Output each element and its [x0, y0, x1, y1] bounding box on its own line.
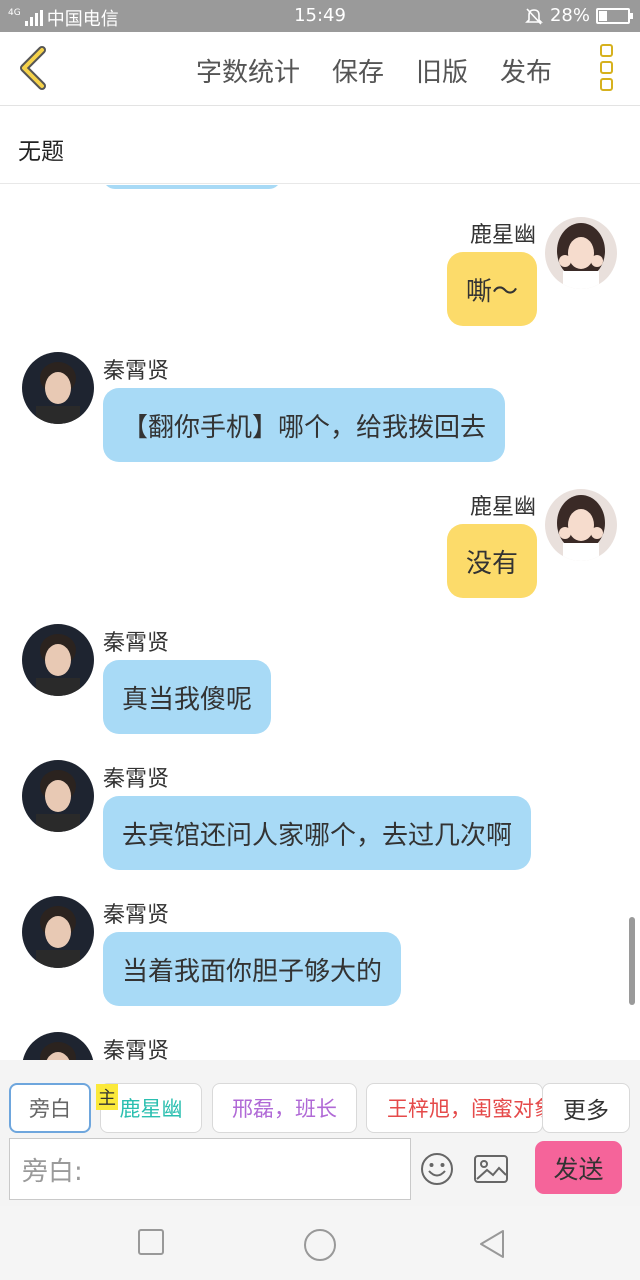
message-bubble[interactable]: 没有	[446, 524, 537, 598]
more-characters-button[interactable]: 更多	[542, 1083, 630, 1133]
avatar-male[interactable]	[22, 624, 94, 696]
avatar-female[interactable]	[545, 217, 617, 289]
host-badge: 主	[96, 1084, 118, 1110]
avatar-male[interactable]	[22, 352, 94, 424]
status-right: 28%	[524, 5, 633, 26]
message-bubble[interactable]: 嘶～	[446, 252, 537, 326]
chat-area[interactable]: 鹿星幽 嘶～ 秦霄贤 【翻你手机】哪个，给我拨回去 鹿星幽 没有 秦霄贤 真当我…	[0, 185, 640, 1060]
square-recent-icon[interactable]	[137, 1228, 165, 1256]
scrollbar[interactable]	[629, 917, 635, 1005]
save-button[interactable]: 保存	[332, 52, 384, 89]
sender-name: 鹿星幽	[469, 223, 536, 248]
sender-name: 秦霄贤	[103, 631, 170, 656]
sender-name: 鹿星幽	[469, 495, 536, 520]
sender-name: 秦霄贤	[103, 1039, 170, 1060]
character-chip-2[interactable]: 王梓旭，闺蜜对象	[366, 1083, 543, 1133]
narration-chip[interactable]: 旁白	[9, 1083, 91, 1133]
message-bubble[interactable]: 当着我面你胆子够大的	[103, 932, 402, 1006]
avatar-male[interactable]	[22, 1032, 94, 1060]
message-bubble[interactable]: 真当我傻呢	[103, 660, 272, 734]
circle-home-icon[interactable]	[303, 1228, 337, 1262]
sender-name: 秦霄贤	[103, 767, 170, 792]
chevron-left-icon[interactable]	[14, 44, 54, 92]
partial-message-bubble	[103, 185, 281, 189]
battery-icon	[596, 7, 633, 24]
character-chip-1[interactable]: 邢磊，班长	[212, 1083, 357, 1133]
composer: 旁白: 发送	[0, 1136, 640, 1206]
publish-button[interactable]: 发布	[500, 52, 552, 89]
status-bar: 4G 中国电信 15:49 28%	[0, 0, 640, 32]
character-selector: 旁白 鹿星幽 主 邢磊，班长 王梓旭，闺蜜对象 更多	[0, 1060, 640, 1136]
old-version-button[interactable]: 旧版	[416, 52, 468, 89]
sender-name: 秦霄贤	[103, 359, 170, 384]
triangle-back-icon[interactable]	[477, 1228, 507, 1260]
story-title-bar[interactable]: 无题	[0, 106, 640, 184]
image-icon[interactable]	[473, 1153, 509, 1185]
avatar-male[interactable]	[22, 896, 94, 968]
top-menu: 字数统计 保存 旧版 发布	[196, 52, 552, 89]
word-count-button[interactable]: 字数统计	[196, 52, 300, 89]
message-bubble[interactable]: 【翻你手机】哪个，给我拨回去	[103, 388, 506, 462]
more-dots-icon[interactable]	[600, 44, 614, 94]
mute-bell-icon	[525, 7, 543, 25]
sender-name: 秦霄贤	[103, 903, 170, 928]
avatar-male[interactable]	[22, 760, 94, 832]
send-button[interactable]: 发送	[535, 1141, 622, 1194]
message-bubble[interactable]: 去宾馆还问人家哪个，去过几次啊	[103, 796, 532, 870]
battery-text: 28%	[549, 5, 590, 26]
story-title[interactable]: 无题	[18, 132, 64, 166]
avatar-female[interactable]	[545, 489, 617, 561]
message-input[interactable]: 旁白:	[9, 1138, 411, 1200]
emoji-icon[interactable]	[420, 1152, 454, 1186]
battery-fill	[599, 10, 607, 21]
top-bar: 字数统计 保存 旧版 发布	[0, 32, 640, 106]
system-nav-bar	[0, 1206, 640, 1280]
